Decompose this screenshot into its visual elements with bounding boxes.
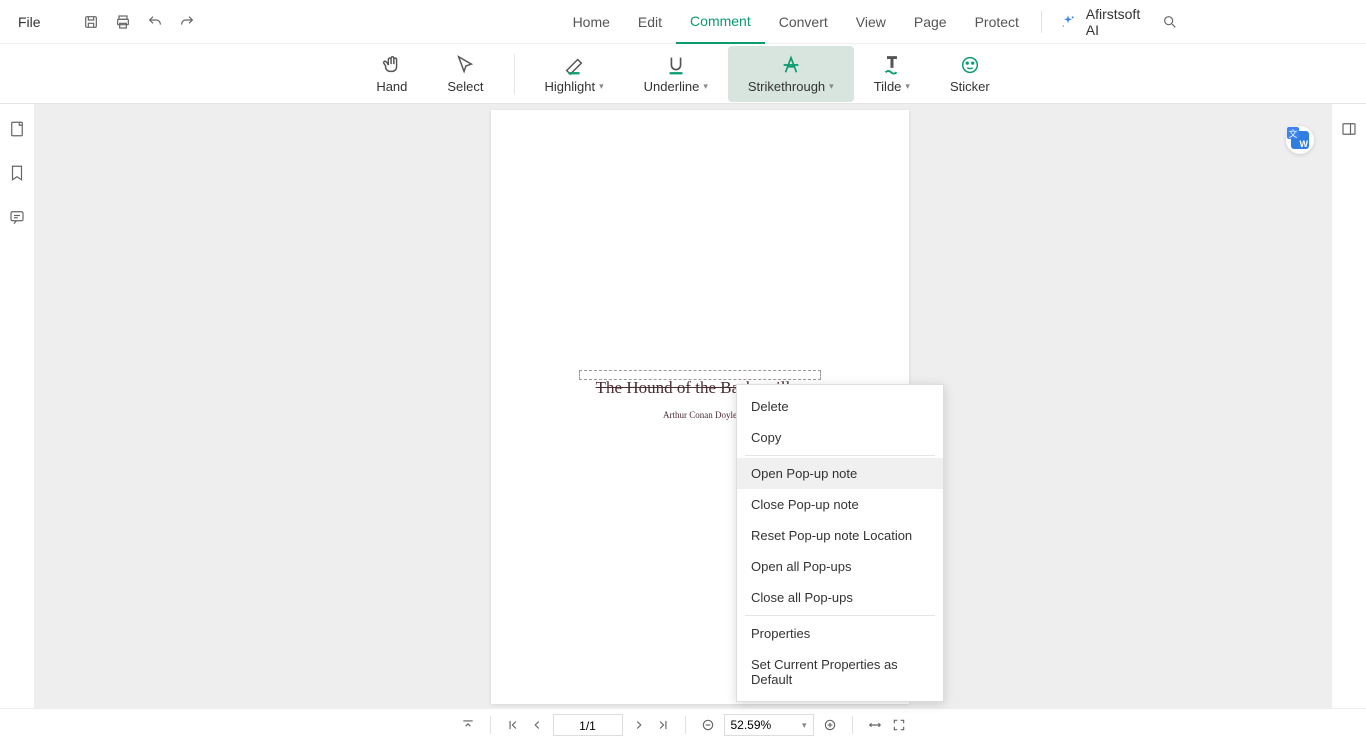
translate-icon (1291, 131, 1309, 149)
page-number-text: 1/1 (554, 715, 622, 737)
zoom-out-icon[interactable] (700, 717, 716, 733)
left-sidebar (0, 104, 34, 708)
search-icon[interactable] (1162, 13, 1178, 31)
thumbnails-icon[interactable] (8, 120, 26, 138)
text: Strikethrough (748, 79, 825, 94)
sticker-icon (959, 53, 981, 77)
strikethrough-icon (780, 53, 802, 77)
fit-page-icon[interactable] (891, 717, 907, 733)
text: Highlight (545, 79, 596, 94)
bookmark-icon[interactable] (8, 164, 26, 182)
last-page-icon[interactable] (655, 717, 671, 733)
next-page-icon[interactable] (631, 717, 647, 733)
right-sidebar (1332, 104, 1366, 708)
zoom-select[interactable]: 52.59% ▾ (724, 714, 814, 736)
ribbon-underline[interactable]: Underline▾ (624, 46, 728, 102)
ribbon: Hand Select Highlight▾ Underline▾ Strike… (0, 44, 1366, 104)
ribbon-hand-label: Hand (376, 79, 407, 94)
tab-view[interactable]: View (842, 0, 900, 44)
comments-icon[interactable] (8, 208, 26, 226)
right-tools: Afirstsoft AI (1033, 6, 1366, 38)
zoom-value: 52.59% (731, 718, 772, 732)
file-menu[interactable]: File (18, 14, 41, 30)
prev-page-icon[interactable] (529, 717, 545, 733)
ribbon-sticker[interactable]: Sticker (930, 46, 1010, 102)
divider (685, 716, 686, 734)
tab-home[interactable]: Home (559, 0, 624, 44)
ribbon-tilde[interactable]: T Tilde▾ (854, 46, 930, 102)
ribbon-highlight-label: Highlight▾ (545, 79, 604, 94)
status-bar: 1/1 52.59% ▾ (0, 708, 1366, 741)
document-author: Arthur Conan Doyle (663, 410, 737, 420)
ribbon-sticker-label: Sticker (950, 79, 990, 94)
hand-icon (381, 53, 403, 77)
ribbon-select[interactable]: Select (427, 46, 503, 102)
tab-comment[interactable]: Comment (676, 0, 765, 44)
translate-button[interactable] (1286, 126, 1314, 154)
tab-page[interactable]: Page (900, 0, 961, 44)
chevron-down-icon: ▾ (905, 81, 910, 92)
context-properties[interactable]: Properties (737, 618, 943, 649)
tab-edit[interactable]: Edit (624, 0, 676, 44)
context-set-default[interactable]: Set Current Properties as Default (737, 649, 943, 695)
chevron-down-icon: ▾ (703, 81, 708, 92)
context-copy[interactable]: Copy (737, 422, 943, 453)
ribbon-select-label: Select (447, 79, 483, 94)
divider (490, 716, 491, 734)
chevron-down-icon: ▾ (802, 720, 807, 731)
page-number-input[interactable]: 1/1 (553, 714, 623, 736)
ai-sparkle-icon (1060, 14, 1076, 30)
select-icon (454, 53, 476, 77)
highlight-icon (563, 53, 585, 77)
ribbon-tilde-label: Tilde▾ (874, 79, 910, 94)
redo-icon[interactable] (179, 13, 195, 31)
workspace: The Hound of the Baskervilles Arthur Con… (0, 104, 1366, 708)
context-delete[interactable]: Delete (737, 391, 943, 422)
scroll-top-icon[interactable] (460, 717, 476, 733)
top-bar: File Home Edit Comment Convert View Page… (0, 0, 1366, 44)
divider (745, 615, 935, 616)
chevron-down-icon: ▾ (599, 81, 604, 92)
ribbon-highlight[interactable]: Highlight▾ (525, 46, 624, 102)
tilde-icon: T (881, 53, 903, 77)
context-menu: Delete Copy Open Pop-up note Close Pop-u… (736, 384, 944, 702)
first-page-icon[interactable] (505, 717, 521, 733)
ribbon-strikethrough-label: Strikethrough ▾ (748, 79, 834, 94)
fit-width-icon[interactable] (867, 717, 883, 733)
divider (852, 716, 853, 734)
canvas-area: The Hound of the Baskervilles Arthur Con… (34, 104, 1366, 708)
svg-text:T: T (887, 55, 896, 71)
context-reset-popup[interactable]: Reset Pop-up note Location (737, 520, 943, 551)
tab-protect[interactable]: Protect (961, 0, 1033, 44)
context-close-all[interactable]: Close all Pop-ups (737, 582, 943, 613)
text: Underline (644, 79, 700, 94)
ribbon-underline-label: Underline▾ (644, 79, 708, 94)
context-open-popup[interactable]: Open Pop-up note (737, 458, 943, 489)
tab-convert[interactable]: Convert (765, 0, 842, 44)
divider (745, 455, 935, 456)
context-close-popup[interactable]: Close Pop-up note (737, 489, 943, 520)
save-icon[interactable] (83, 13, 99, 31)
print-icon[interactable] (115, 13, 131, 31)
text: Tilde (874, 79, 902, 94)
ai-label[interactable]: Afirstsoft AI (1086, 6, 1145, 38)
undo-icon[interactable] (147, 13, 163, 31)
ribbon-hand[interactable]: Hand (356, 46, 427, 102)
divider (514, 54, 515, 94)
main-tabs: Home Edit Comment Convert View Page Prot… (559, 0, 1033, 44)
ribbon-strikethrough[interactable]: Strikethrough ▾ (728, 46, 854, 102)
zoom-in-icon[interactable] (822, 717, 838, 733)
panel-toggle-icon[interactable] (1340, 120, 1358, 138)
chevron-down-icon: ▾ (829, 81, 834, 92)
context-open-all[interactable]: Open all Pop-ups (737, 551, 943, 582)
underline-icon (665, 53, 687, 77)
divider (1041, 11, 1042, 33)
